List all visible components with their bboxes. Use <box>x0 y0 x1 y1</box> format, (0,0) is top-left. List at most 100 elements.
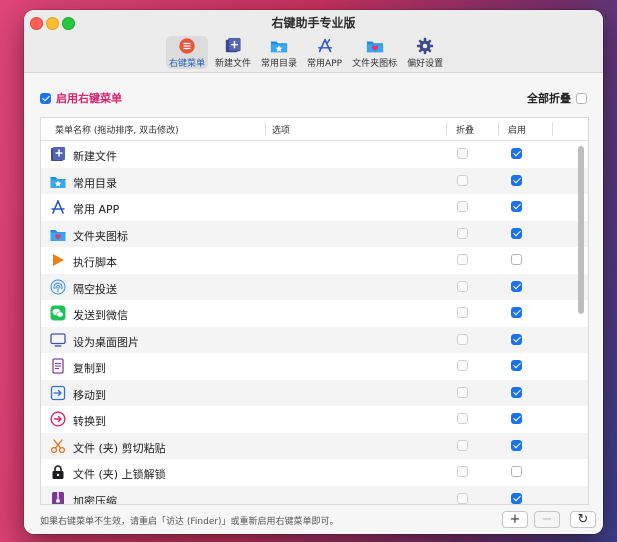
enable-checkbox[interactable] <box>511 466 522 477</box>
new-file-icon <box>225 38 241 53</box>
enable-checkbox[interactable] <box>511 386 522 398</box>
convert-arrow-icon <box>50 411 66 427</box>
table-row[interactable]: 文件 (夹) 上锁解锁 <box>41 459 588 486</box>
tab-common-apps[interactable]: 常用APP <box>304 36 345 69</box>
row-name: 发送到微信 <box>73 309 128 322</box>
new-file-icon <box>51 147 65 161</box>
column-divider <box>552 122 553 136</box>
tab-new-file[interactable]: 新建文件 <box>212 36 254 69</box>
enable-checkbox[interactable] <box>511 307 522 318</box>
folder-star-icon <box>270 41 288 53</box>
table-row[interactable]: 常用目录 <box>41 167 588 194</box>
tab-label: 常用目录 <box>261 59 298 69</box>
column-divider <box>498 122 499 136</box>
fold-checkbox[interactable] <box>457 174 468 186</box>
enable-checkbox[interactable] <box>511 492 522 504</box>
fold-checkbox[interactable] <box>457 307 468 318</box>
fold-checkbox[interactable] <box>457 227 468 239</box>
row-name: 加密压缩 <box>73 494 117 505</box>
row-name: 文件 (夹) 上锁解锁 <box>73 468 166 481</box>
row-name: 复制到 <box>73 362 106 375</box>
tab-label: 常用APP <box>307 59 343 69</box>
main-content: 启用右键菜单 全部折叠 菜单名称 (拖动排序, 双击修改) 选项 折叠 启用 新… <box>24 73 603 534</box>
table-row[interactable]: 复制到 <box>41 353 588 380</box>
tab-label: 右键菜单 <box>169 59 206 69</box>
refresh-button[interactable]: ↻ <box>570 511 596 528</box>
footer: 如果右键菜单不生效，请重启「访达 (Finder)」或重新启用右键菜单即可。 +… <box>40 510 596 530</box>
enable-checkbox[interactable] <box>511 280 522 292</box>
column-header-fold[interactable]: 折叠 <box>456 123 474 136</box>
copy-doc-icon <box>52 358 64 374</box>
fold-checkbox[interactable] <box>457 254 468 265</box>
table-row[interactable]: 加密压缩 <box>41 485 588 505</box>
row-name: 常用 APP <box>73 203 120 216</box>
tab-label: 新建文件 <box>215 59 252 69</box>
table-body: 新建文件常用目录常用 APP 文件夹图标执行脚本隔空投送发送到微信设为桌面图片复制… <box>41 141 588 505</box>
fold-checkbox[interactable] <box>457 413 468 424</box>
row-name: 文件夹图标 <box>73 229 128 243</box>
row-name: 常用目录 <box>73 176 117 190</box>
fold-checkbox[interactable] <box>457 201 468 212</box>
collapse-all-label: 全部折叠 <box>527 92 571 105</box>
window-title: 右键助手专业版 <box>271 16 356 30</box>
enable-menu-checkbox[interactable] <box>40 92 51 104</box>
table-row[interactable]: 发送到微信 <box>41 300 588 327</box>
enable-checkbox[interactable] <box>511 201 522 212</box>
tab-right-click-menu[interactable]: 右键菜单 <box>166 36 209 69</box>
enable-checkbox[interactable] <box>511 227 522 239</box>
fold-checkbox[interactable] <box>457 333 468 345</box>
tab-common-folders[interactable]: 常用目录 <box>258 36 300 69</box>
table-row[interactable]: 转换到 <box>41 406 588 433</box>
column-header-options[interactable]: 选项 <box>272 123 290 136</box>
vertical-scrollbar[interactable] <box>578 146 584 314</box>
fold-checkbox[interactable] <box>457 492 468 504</box>
row-name: 执行脚本 <box>73 256 117 269</box>
table-row[interactable]: 设为桌面图片 <box>41 326 588 353</box>
tab-label: 偏好设置 <box>407 59 444 69</box>
fold-checkbox[interactable] <box>457 148 468 159</box>
enable-checkbox[interactable] <box>511 148 522 159</box>
enable-checkbox[interactable] <box>511 174 522 186</box>
folder-heart-icon <box>50 229 66 241</box>
fold-checkbox[interactable] <box>457 386 468 398</box>
menu-table: 菜单名称 (拖动排序, 双击修改) 选项 折叠 启用 新建文件常用目录常用 AP… <box>40 117 589 505</box>
title-bar: 右键助手专业版 右键菜单 新建文件 常用目录 常用APP 文件夹图标 偏好设置 <box>24 10 603 73</box>
table-row[interactable]: 文件 (夹) 剪切粘贴 <box>41 432 588 459</box>
column-header-enable[interactable]: 启用 <box>508 123 526 136</box>
fold-checkbox[interactable] <box>457 439 468 451</box>
enable-menu-label: 启用右键菜单 <box>56 92 122 105</box>
table-row[interactable]: 文件夹图标 <box>41 220 588 247</box>
enable-checkbox[interactable] <box>511 254 522 265</box>
table-row[interactable]: 移动到 <box>41 379 588 406</box>
add-button[interactable]: + <box>502 511 528 528</box>
tab-preferences[interactable]: 偏好设置 <box>404 36 446 69</box>
collapse-all-toggle[interactable]: 全部折叠 <box>527 90 587 106</box>
row-name: 新建文件 <box>73 150 117 163</box>
fold-checkbox[interactable] <box>457 280 468 292</box>
enable-checkbox[interactable] <box>511 360 522 371</box>
enable-checkbox[interactable] <box>511 413 522 424</box>
table-row[interactable]: 隔空投送 <box>41 273 588 300</box>
options-bar: 启用右键菜单 全部折叠 <box>40 90 587 108</box>
toolbar: 右键菜单 新建文件 常用目录 常用APP 文件夹图标 偏好设置 <box>166 36 450 70</box>
fold-checkbox[interactable] <box>457 466 468 477</box>
tab-folder-icons[interactable]: 文件夹图标 <box>349 36 400 69</box>
play-icon <box>53 254 64 266</box>
remove-button[interactable]: − <box>534 511 560 528</box>
fold-checkbox[interactable] <box>457 360 468 371</box>
wechat-icon <box>50 305 66 321</box>
menu-circle-icon <box>179 38 195 54</box>
app-store-icon <box>51 200 65 214</box>
folder-heart-icon <box>366 41 383 53</box>
enable-checkbox[interactable] <box>511 333 522 345</box>
collapse-all-checkbox[interactable] <box>576 92 587 104</box>
table-row[interactable]: 常用 APP <box>41 194 588 221</box>
column-header-name[interactable]: 菜单名称 (拖动排序, 双击修改) <box>55 123 179 136</box>
row-name: 文件 (夹) 剪切粘贴 <box>73 441 166 455</box>
archive-icon <box>52 491 64 504</box>
folder-star-icon <box>50 176 66 188</box>
table-row[interactable]: 执行脚本 <box>41 247 588 274</box>
enable-checkbox[interactable] <box>511 439 522 451</box>
enable-menu-toggle[interactable]: 启用右键菜单 <box>40 90 122 106</box>
table-row[interactable]: 新建文件 <box>41 141 588 168</box>
